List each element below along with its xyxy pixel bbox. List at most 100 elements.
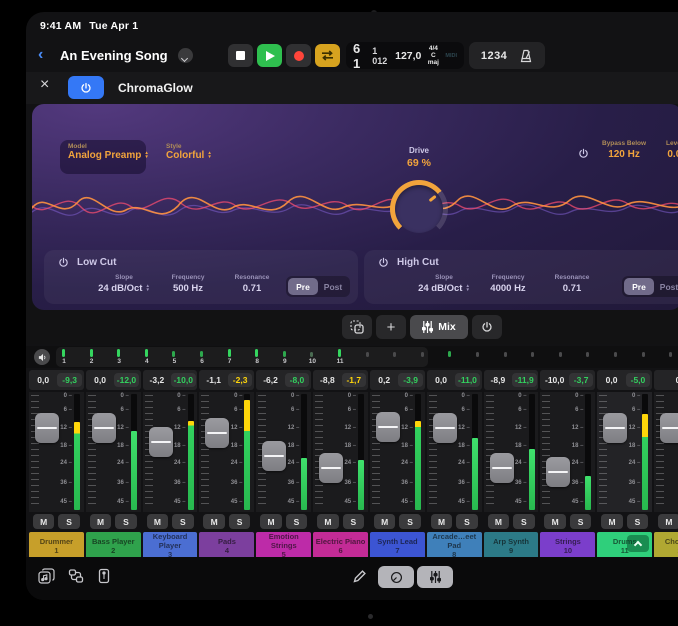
high-cut-slope[interactable]: Slope 24 dB/Oct▲▼ — [412, 274, 476, 294]
overview-track-number[interactable]: 3 — [111, 358, 127, 365]
loops-browser-button[interactable] — [38, 568, 55, 589]
device-button[interactable] — [98, 568, 110, 589]
mixer-view-button[interactable] — [417, 566, 453, 588]
solo-button[interactable]: S — [399, 514, 420, 529]
post-button[interactable]: Post — [654, 278, 678, 295]
track-label[interactable]: Emotion Strings5 — [256, 532, 311, 559]
add-button[interactable]: + — [376, 315, 406, 339]
duplicate-button[interactable] — [342, 315, 372, 339]
mute-button[interactable]: M — [431, 514, 452, 529]
mute-button[interactable]: M — [260, 514, 281, 529]
drive-knob[interactable] — [390, 180, 448, 238]
plugin-power-button[interactable] — [68, 76, 104, 99]
mute-button[interactable]: M — [90, 514, 111, 529]
solo-button[interactable]: S — [343, 514, 364, 529]
channel-value-cell[interactable]: 0,0-5,0 — [597, 370, 652, 390]
solo-button[interactable]: S — [570, 514, 591, 529]
channel-fader[interactable] — [262, 441, 286, 471]
metronome-icon[interactable] — [519, 49, 533, 63]
channel-fader[interactable] — [433, 413, 457, 443]
overview-track-number[interactable]: 11 — [332, 358, 348, 365]
low-cut-slope[interactable]: Slope 24 dB/Oct▲▼ — [92, 274, 156, 294]
channel-value-cell[interactable]: -6,2-8,0 — [256, 370, 311, 390]
mute-button[interactable]: M — [33, 514, 54, 529]
model-selector[interactable]: Model Analog Preamp▲▼ — [60, 140, 146, 174]
lcd-display[interactable]: 6 1 1 012 127,0 4/4 C maj MIDI — [346, 42, 464, 69]
high-cut-frequency[interactable]: Frequency 4000 Hz — [476, 274, 540, 294]
track-overview-scrubber[interactable]: 1234567891011 — [26, 346, 678, 368]
mute-button[interactable]: M — [658, 514, 678, 529]
bypass-below-control[interactable]: Bypass Below 120 Hz — [602, 140, 646, 160]
track-label[interactable]: Arp Synth9 — [484, 532, 539, 559]
channel-fader[interactable] — [376, 412, 400, 442]
edit-pencil-button[interactable] — [352, 569, 367, 589]
mute-button[interactable]: M — [601, 514, 622, 529]
pre-button[interactable]: Pre — [288, 278, 318, 295]
channel-fader[interactable] — [660, 413, 678, 443]
channel-value-cell[interactable]: 0,2-3,9 — [370, 370, 425, 390]
bypass-power-button[interactable] — [578, 146, 589, 164]
overview-track-number[interactable]: 2 — [84, 358, 100, 365]
record-button[interactable] — [286, 44, 311, 67]
close-plugin-button[interactable]: × — [40, 76, 49, 94]
master-output-button[interactable] — [34, 349, 50, 365]
low-cut-frequency[interactable]: Frequency 500 Hz — [156, 274, 220, 294]
channel-fader[interactable] — [490, 453, 514, 483]
overview-track-number[interactable]: 10 — [304, 358, 320, 365]
track-label[interactable]: Pads4 — [199, 532, 254, 559]
song-menu-button[interactable] — [178, 48, 193, 63]
back-button[interactable]: ‹ — [38, 46, 43, 64]
channel-value-cell[interactable]: -8,9-11,9 — [484, 370, 539, 390]
channel-fader[interactable] — [546, 457, 570, 487]
collapse-button[interactable] — [627, 535, 649, 552]
overview-track-number[interactable]: 6 — [194, 358, 210, 365]
mute-button[interactable]: M — [488, 514, 509, 529]
track-label[interactable]: Bass Player2 — [86, 532, 141, 559]
mute-button[interactable]: M — [374, 514, 395, 529]
channel-value-cell[interactable]: -10,0-3,7 — [540, 370, 595, 390]
high-cut-power-button[interactable] — [378, 257, 389, 268]
low-cut-resonance[interactable]: Resonance 0.71 — [220, 274, 284, 294]
high-cut-resonance[interactable]: Resonance 0.71 — [540, 274, 604, 294]
mute-button[interactable]: M — [544, 514, 565, 529]
solo-button[interactable]: S — [286, 514, 307, 529]
solo-button[interactable]: S — [58, 514, 79, 529]
channel-value-cell[interactable]: 0,0-11,0 — [427, 370, 482, 390]
track-label[interactable]: Drums11 — [597, 532, 652, 559]
patches-browser-button[interactable] — [68, 568, 84, 589]
channel-value-cell[interactable]: -8,8-1,7 — [313, 370, 368, 390]
mix-toggle-button[interactable]: Mix — [410, 315, 468, 339]
overview-track-number[interactable]: 8 — [249, 358, 265, 365]
track-label[interactable]: Synth Lead7 — [370, 532, 425, 559]
solo-button[interactable]: S — [172, 514, 193, 529]
track-label[interactable]: Chorus V12 — [654, 532, 678, 559]
channel-value-cell[interactable]: 0,0-12,0 — [86, 370, 141, 390]
controls-view-button[interactable] — [378, 566, 414, 588]
track-label[interactable]: Drummer1 — [29, 532, 84, 559]
post-button[interactable]: Post — [318, 278, 348, 295]
solo-button[interactable]: S — [513, 514, 534, 529]
channel-value-cell[interactable]: -3,2-10,0 — [143, 370, 198, 390]
mute-button[interactable]: M — [317, 514, 338, 529]
track-label[interactable]: Strings10 — [540, 532, 595, 559]
overview-track-number[interactable]: 5 — [166, 358, 182, 365]
mixer-power-button[interactable] — [472, 315, 502, 339]
count-in-button[interactable]: 1234 — [481, 50, 507, 62]
channel-value-cell[interactable]: 0,0 — [654, 370, 678, 390]
cycle-button[interactable] — [315, 44, 340, 67]
solo-button[interactable]: S — [456, 514, 477, 529]
solo-button[interactable]: S — [627, 514, 648, 529]
solo-button[interactable]: S — [115, 514, 136, 529]
overview-track-number[interactable]: 1 — [56, 358, 72, 365]
track-label[interactable]: Arcade…eet Pad8 — [427, 532, 482, 559]
overview-track-number[interactable]: 9 — [277, 358, 293, 365]
mute-button[interactable]: M — [203, 514, 224, 529]
overview-track-number[interactable]: 7 — [222, 358, 238, 365]
song-title[interactable]: An Evening Song — [60, 48, 168, 63]
low-cut-power-button[interactable] — [58, 257, 69, 268]
channel-fader[interactable] — [92, 413, 116, 443]
pre-button[interactable]: Pre — [624, 278, 654, 295]
solo-button[interactable]: S — [229, 514, 250, 529]
mute-button[interactable]: M — [147, 514, 168, 529]
channel-value-cell[interactable]: -1,1-2,3 — [199, 370, 254, 390]
